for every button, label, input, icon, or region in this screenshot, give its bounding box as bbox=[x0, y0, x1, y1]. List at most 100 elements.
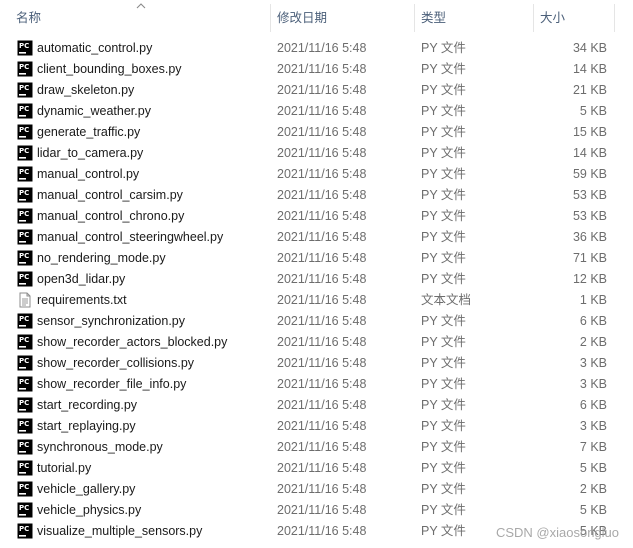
file-modified-date: 2021/11/16 5:48 bbox=[277, 398, 367, 412]
file-row[interactable]: PC vehicle_physics.py 2021/11/16 5:48 PY 文件… bbox=[0, 500, 633, 521]
file-size: 6 KB bbox=[579, 398, 607, 412]
file-row[interactable]: PC vehicle_gallery.py 2021/11/16 5:48 PY 文件… bbox=[0, 479, 633, 500]
file-type: PY 文件 bbox=[421, 461, 466, 475]
file-size: 7 KB bbox=[579, 440, 607, 454]
file-name: vehicle_physics.py bbox=[37, 503, 142, 517]
pycharm-file-icon: PC bbox=[17, 145, 33, 161]
file-name: dynamic_weather.py bbox=[37, 104, 151, 118]
file-type: PY 文件 bbox=[421, 440, 466, 454]
pycharm-file-icon: PC bbox=[17, 502, 33, 518]
file-type: PY 文件 bbox=[421, 251, 466, 265]
file-modified-date: 2021/11/16 5:48 bbox=[277, 230, 367, 244]
file-name: manual_control_carsim.py bbox=[37, 188, 183, 202]
column-divider[interactable] bbox=[614, 4, 615, 32]
file-modified-date: 2021/11/16 5:48 bbox=[277, 188, 367, 202]
file-row[interactable]: PC synchronous_mode.py 2021/11/16 5:48 PY 文… bbox=[0, 437, 633, 458]
pycharm-file-icon: PC bbox=[17, 187, 33, 203]
file-row[interactable]: PC manual_control_carsim.py 2021/11/16 5:4… bbox=[0, 185, 633, 206]
svg-text:PC: PC bbox=[19, 147, 29, 155]
file-size: 5 KB bbox=[579, 104, 607, 118]
pycharm-file-icon: PC bbox=[17, 229, 33, 245]
pycharm-file-icon: PC bbox=[17, 334, 33, 350]
file-row[interactable]: PC sensor_synchronization.py 2021/11/16 5:… bbox=[0, 311, 633, 332]
file-size: 15 KB bbox=[572, 125, 607, 139]
column-header-type[interactable]: 类型 bbox=[415, 0, 533, 36]
svg-text:PC: PC bbox=[19, 189, 29, 197]
svg-text:PC: PC bbox=[19, 252, 29, 260]
column-header-name[interactable]: 名称 bbox=[10, 0, 270, 36]
file-modified-date: 2021/11/16 5:48 bbox=[277, 209, 367, 223]
file-name: manual_control.py bbox=[37, 167, 140, 181]
file-type: PY 文件 bbox=[421, 398, 466, 412]
pycharm-file-icon: PC bbox=[17, 250, 33, 266]
svg-text:PC: PC bbox=[19, 525, 29, 533]
file-row[interactable]: PC automatic_control.py 2021/11/16 5:48 PY … bbox=[0, 38, 633, 59]
file-row[interactable]: PC start_replaying.py 2021/11/16 5:48 PY 文件… bbox=[0, 416, 633, 437]
file-row[interactable]: PC show_recorder_file_info.py 2021/11/16 5… bbox=[0, 374, 633, 395]
svg-text:PC: PC bbox=[19, 315, 29, 323]
pycharm-file-icon: PC bbox=[17, 418, 33, 434]
file-name: show_recorder_actors_blocked.py bbox=[37, 335, 228, 349]
svg-text:PC: PC bbox=[19, 231, 29, 239]
file-type: PY 文件 bbox=[421, 209, 466, 223]
svg-text:PC: PC bbox=[19, 84, 29, 92]
file-size: 3 KB bbox=[579, 377, 607, 391]
file-size: 14 KB bbox=[572, 146, 607, 160]
svg-text:PC: PC bbox=[19, 168, 29, 176]
file-name: draw_skeleton.py bbox=[37, 83, 135, 97]
column-header-size[interactable]: 大小 bbox=[534, 0, 614, 36]
file-name: start_recording.py bbox=[37, 398, 138, 412]
file-type: PY 文件 bbox=[421, 272, 466, 286]
file-row[interactable]: PC no_rendering_mode.py 2021/11/16 5:48 PY … bbox=[0, 248, 633, 269]
file-type: PY 文件 bbox=[421, 83, 466, 97]
pycharm-file-icon: PC bbox=[17, 439, 33, 455]
file-size: 34 KB bbox=[572, 41, 607, 55]
pycharm-file-icon: PC bbox=[17, 523, 33, 539]
file-row[interactable]: PC client_bounding_boxes.py 2021/11/16 5:4… bbox=[0, 59, 633, 80]
file-modified-date: 2021/11/16 5:48 bbox=[277, 335, 367, 349]
pycharm-file-icon: PC bbox=[17, 40, 33, 56]
file-name: requirements.txt bbox=[37, 293, 127, 307]
pycharm-file-icon: PC bbox=[17, 208, 33, 224]
svg-text:PC: PC bbox=[19, 420, 29, 428]
file-size: 3 KB bbox=[579, 419, 607, 433]
file-type: PY 文件 bbox=[421, 41, 466, 55]
file-row[interactable]: PC start_recording.py 2021/11/16 5:48 PY 文件… bbox=[0, 395, 633, 416]
file-row[interactable]: PC open3d_lidar.py 2021/11/16 5:48 PY 文件 12 … bbox=[0, 269, 633, 290]
svg-text:PC: PC bbox=[19, 336, 29, 344]
file-name: synchronous_mode.py bbox=[37, 440, 163, 454]
column-header-date[interactable]: 修改日期 bbox=[271, 0, 414, 36]
file-row[interactable]: PC show_recorder_collisions.py 2021/11/16 … bbox=[0, 353, 633, 374]
file-type: 文本文档 bbox=[421, 293, 472, 307]
file-modified-date: 2021/11/16 5:48 bbox=[277, 167, 367, 181]
file-type: PY 文件 bbox=[421, 62, 466, 76]
file-type: PY 文件 bbox=[421, 230, 466, 244]
file-row[interactable]: PC manual_control_chrono.py 2021/11/16 5:4… bbox=[0, 206, 633, 227]
watermark: CSDN @xiaosongluo bbox=[495, 525, 619, 540]
file-row[interactable]: PC tutorial.py 2021/11/16 5:48 PY 文件 5 KB bbox=[0, 458, 633, 479]
file-name: show_recorder_collisions.py bbox=[37, 356, 195, 370]
file-row[interactable]: PC dynamic_weather.py 2021/11/16 5:48 PY 文件… bbox=[0, 101, 633, 122]
svg-text:PC: PC bbox=[19, 357, 29, 365]
svg-text:PC: PC bbox=[19, 504, 29, 512]
file-size: 3 KB bbox=[579, 356, 607, 370]
file-row[interactable]: PC draw_skeleton.py 2021/11/16 5:48 PY 文件 21… bbox=[0, 80, 633, 101]
file-modified-date: 2021/11/16 5:48 bbox=[277, 524, 367, 538]
file-size: 6 KB bbox=[579, 314, 607, 328]
file-row[interactable]: PC show_recorder_actors_blocked.py 2021/11… bbox=[0, 332, 633, 353]
file-type: PY 文件 bbox=[421, 146, 466, 160]
file-name: show_recorder_file_info.py bbox=[37, 377, 187, 391]
pycharm-file-icon: PC bbox=[17, 481, 33, 497]
file-row[interactable]: PC manual_control.py 2021/11/16 5:48 PY 文件 5… bbox=[0, 164, 633, 185]
svg-text:PC: PC bbox=[19, 399, 29, 407]
file-row[interactable]: PC generate_traffic.py 2021/11/16 5:48 PY 文… bbox=[0, 122, 633, 143]
file-name: automatic_control.py bbox=[37, 41, 153, 55]
file-name: manual_control_chrono.py bbox=[37, 209, 185, 223]
file-row[interactable]: PC lidar_to_camera.py 2021/11/16 5:48 PY 文件… bbox=[0, 143, 633, 164]
file-size: 14 KB bbox=[572, 62, 607, 76]
file-name: open3d_lidar.py bbox=[37, 272, 126, 286]
file-modified-date: 2021/11/16 5:48 bbox=[277, 272, 367, 286]
file-row[interactable]: requirements.txt 2021/11/16 5:48 文本文档 1 KB bbox=[0, 290, 633, 311]
file-row[interactable]: PC manual_control_steeringwheel.py 2021/11… bbox=[0, 227, 633, 248]
pycharm-file-icon: PC bbox=[17, 376, 33, 392]
